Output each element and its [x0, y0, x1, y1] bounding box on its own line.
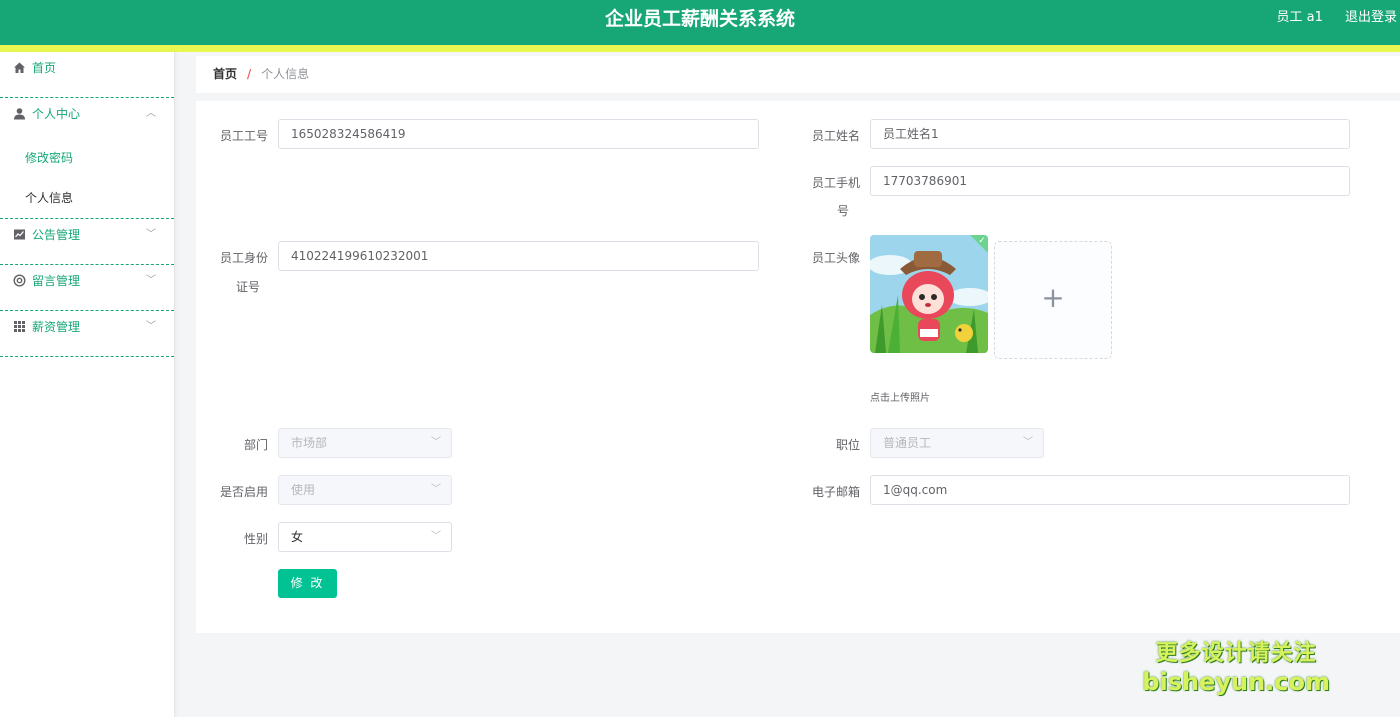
- profile-form-card: 员工工号 165028324586419 员工姓名 员工姓名1 员工手机 号 1…: [196, 101, 1400, 633]
- watermark-line1: 更多设计请关注: [1155, 641, 1317, 666]
- watermark: 更多设计请关注 bisheyun.com: [1142, 640, 1330, 696]
- phone-label-line2: 号: [836, 204, 849, 218]
- watermark-line2: bisheyun.com: [1142, 668, 1330, 696]
- avatar-image[interactable]: ✓: [870, 235, 988, 353]
- chevron-down-icon: ﹀: [431, 531, 441, 542]
- upload-button[interactable]: +: [994, 241, 1112, 359]
- email-field[interactable]: 1@qq.com: [870, 475, 1350, 505]
- current-user: 员工 a1: [1276, 10, 1323, 25]
- app-title: 企业员工薪酬关系系统: [604, 8, 795, 30]
- chevron-down-icon: ﹀: [431, 484, 441, 495]
- sidebar-item-label: 留言管理: [32, 274, 81, 288]
- emp-name-label: 员工姓名: [811, 129, 860, 143]
- email-label: 电子邮箱: [811, 485, 860, 499]
- idcard-label-line1: 员工身份: [219, 251, 268, 265]
- chevron-down-icon: ﹀: [146, 229, 156, 240]
- chevron-down-icon: ﹀: [146, 321, 156, 332]
- dept-select-value: 市场部: [291, 436, 328, 450]
- sidebar-subitem-personal-info[interactable]: 个人信息: [0, 178, 174, 218]
- sidebar-item-home[interactable]: 首页: [0, 52, 174, 98]
- position-select-value: 普通员工: [883, 436, 932, 450]
- sidebar-group-personal-center: 个人中心 ︿ 修改密码 个人信息: [0, 98, 174, 219]
- chevron-down-icon: ﹀: [146, 275, 156, 286]
- position-label: 职位: [835, 438, 860, 452]
- sidebar-item-label: 个人中心: [32, 107, 81, 121]
- header-accent-strip: [0, 45, 1400, 52]
- submit-button[interactable]: 修 改: [278, 569, 337, 598]
- sidebar-item-personal-center[interactable]: 个人中心 ︿: [0, 98, 174, 144]
- user-icon: [12, 107, 26, 121]
- breadcrumb: 首页 / 个人信息: [196, 56, 1400, 93]
- emp-id-field[interactable]: 165028324586419: [278, 119, 759, 149]
- upload-hint: 点击上传照片: [870, 393, 930, 404]
- sidebar-item-salary-mgmt[interactable]: 薪资管理 ﹀: [0, 311, 174, 357]
- sidebar-item-label: 薪资管理: [32, 320, 81, 334]
- lifebuoy-icon: [12, 274, 26, 288]
- home-icon: [12, 61, 26, 75]
- chart-icon: [12, 228, 26, 242]
- sidebar-item-message-mgmt[interactable]: 留言管理 ﹀: [0, 265, 174, 311]
- dept-label: 部门: [243, 438, 268, 452]
- phone-label-line1: 员工手机: [811, 176, 860, 190]
- emp-name-field[interactable]: 员工姓名1: [870, 119, 1350, 149]
- gender-label: 性别: [243, 532, 268, 546]
- breadcrumb-home[interactable]: 首页: [213, 67, 237, 81]
- enabled-select-value: 使用: [291, 483, 316, 497]
- top-header: 企业员工薪酬关系系统 员工 a1 退出登录: [0, 0, 1400, 45]
- enabled-select[interactable]: 使用 ﹀: [278, 475, 452, 505]
- gender-select-value: 女: [291, 530, 304, 544]
- idcard-field[interactable]: 410224199610232001: [278, 241, 759, 271]
- position-select[interactable]: 普通员工 ﹀: [870, 428, 1044, 458]
- plus-icon: +: [1041, 281, 1065, 314]
- enabled-label: 是否启用: [219, 485, 268, 499]
- sidebar: 首页 个人中心 ︿ 修改密码 个人信息 公告管理 ﹀ 留言管理 ﹀ 薪资管理 ﹀: [0, 52, 175, 717]
- sidebar-item-notice-mgmt[interactable]: 公告管理 ﹀: [0, 219, 174, 265]
- emp-id-label: 员工工号: [219, 129, 268, 143]
- sidebar-subitem-change-password[interactable]: 修改密码: [0, 138, 174, 178]
- sidebar-item-label: 首页: [32, 61, 57, 75]
- chevron-down-icon: ﹀: [431, 437, 441, 448]
- idcard-label-line2: 证号: [235, 280, 260, 294]
- chevron-up-icon: ︿: [146, 108, 156, 119]
- avatar-label: 员工头像: [811, 251, 860, 265]
- dept-select[interactable]: 市场部 ﹀: [278, 428, 452, 458]
- chevron-down-icon: ﹀: [1023, 437, 1033, 448]
- sidebar-item-label: 公告管理: [32, 228, 81, 242]
- gender-select[interactable]: 女 ﹀: [278, 522, 452, 552]
- grid-icon: [12, 320, 26, 334]
- breadcrumb-separator: /: [246, 67, 252, 81]
- phone-field[interactable]: 17703786901: [870, 166, 1350, 196]
- logout-link[interactable]: 退出登录: [1345, 10, 1397, 25]
- breadcrumb-current: 个人信息: [261, 67, 310, 81]
- header-user-area: 员工 a1 退出登录: [1258, 0, 1397, 38]
